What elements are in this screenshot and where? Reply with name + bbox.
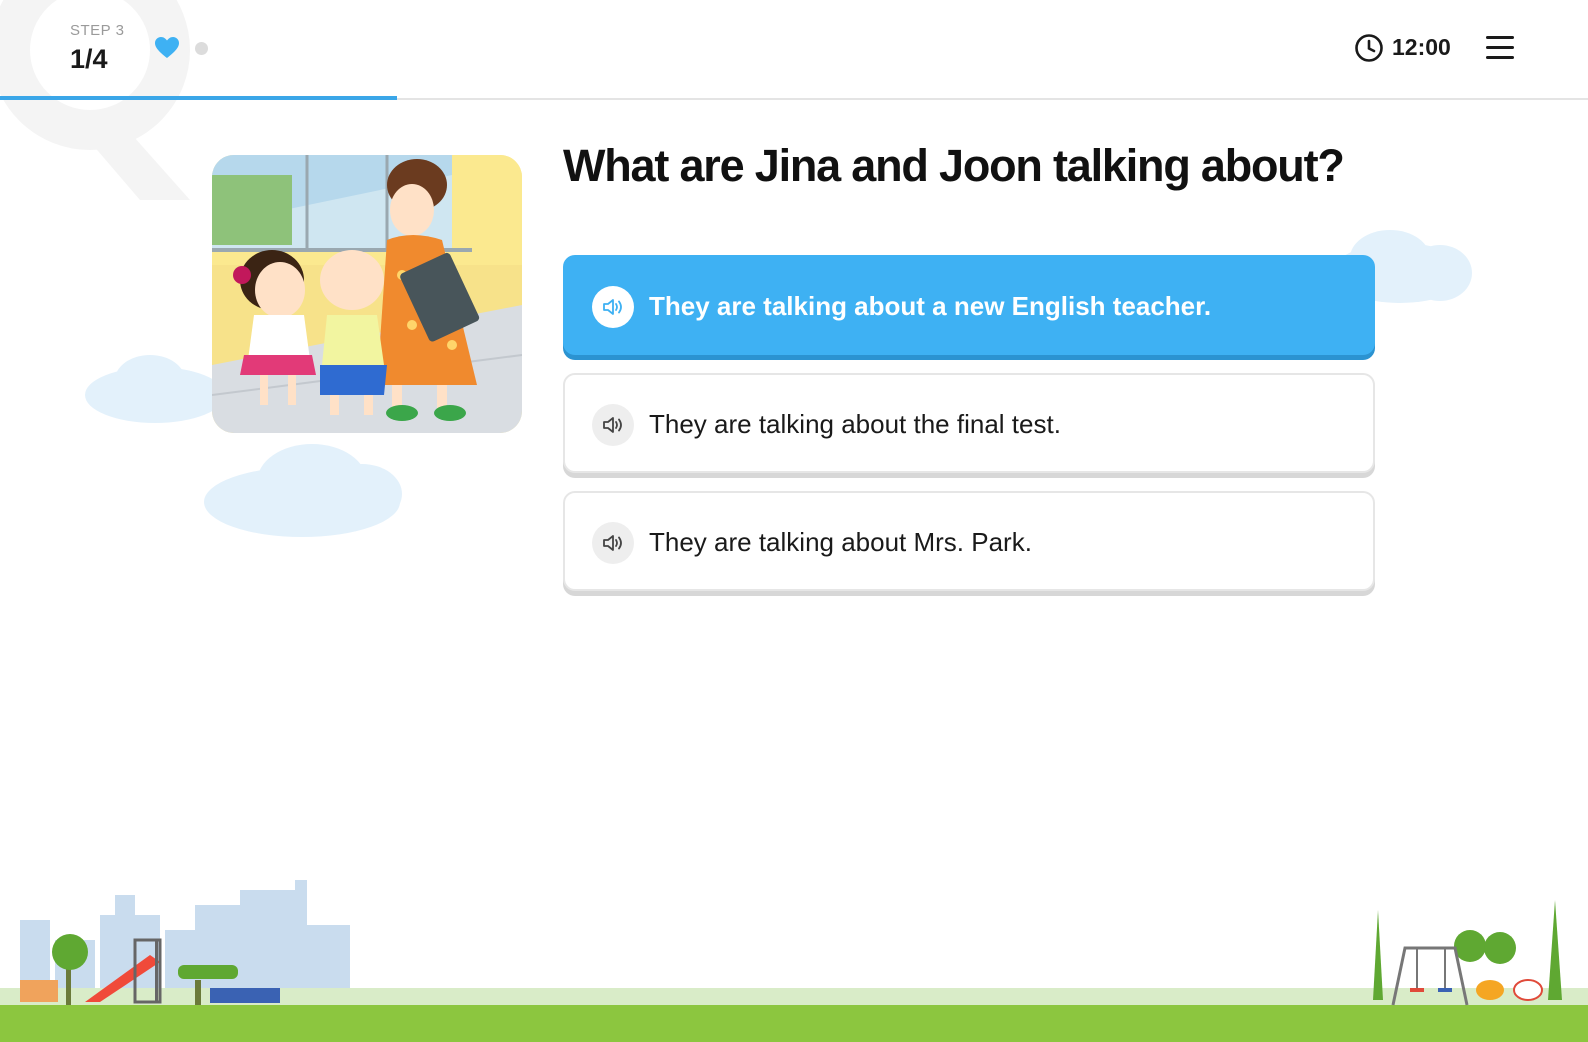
cloud-decoration	[204, 444, 402, 537]
menu-icon[interactable]	[1486, 36, 1514, 60]
progress-bar	[0, 96, 397, 100]
answer-option-text: They are talking about a new English tea…	[649, 291, 1212, 321]
heart-icon	[155, 37, 179, 58]
question-illustration	[212, 155, 522, 433]
cloud-decoration	[85, 355, 225, 423]
speaker-icon[interactable]	[592, 404, 634, 446]
answer-option-3[interactable]: They are talking about Mrs. Park.	[563, 491, 1375, 591]
clock-icon	[1355, 34, 1383, 62]
top-bar	[0, 0, 1588, 100]
speaker-icon[interactable]	[592, 522, 634, 564]
timer-text: 12:00	[1392, 34, 1451, 60]
speaker-icon[interactable]	[592, 286, 634, 328]
answer-option-text: They are talking about Mrs. Park.	[649, 527, 1032, 557]
answer-option-text: They are talking about the final test.	[649, 409, 1061, 439]
empty-life-dot	[195, 42, 208, 55]
step-label: STEP 3	[70, 22, 125, 39]
question-text: What are Jina and Joon talking about?	[563, 140, 1345, 191]
answer-option-1[interactable]: They are talking about a new English tea…	[563, 255, 1375, 355]
step-count: 1/4	[70, 44, 108, 74]
playground-scenery	[0, 880, 1588, 1042]
answer-option-2[interactable]: They are talking about the final test.	[563, 373, 1375, 473]
